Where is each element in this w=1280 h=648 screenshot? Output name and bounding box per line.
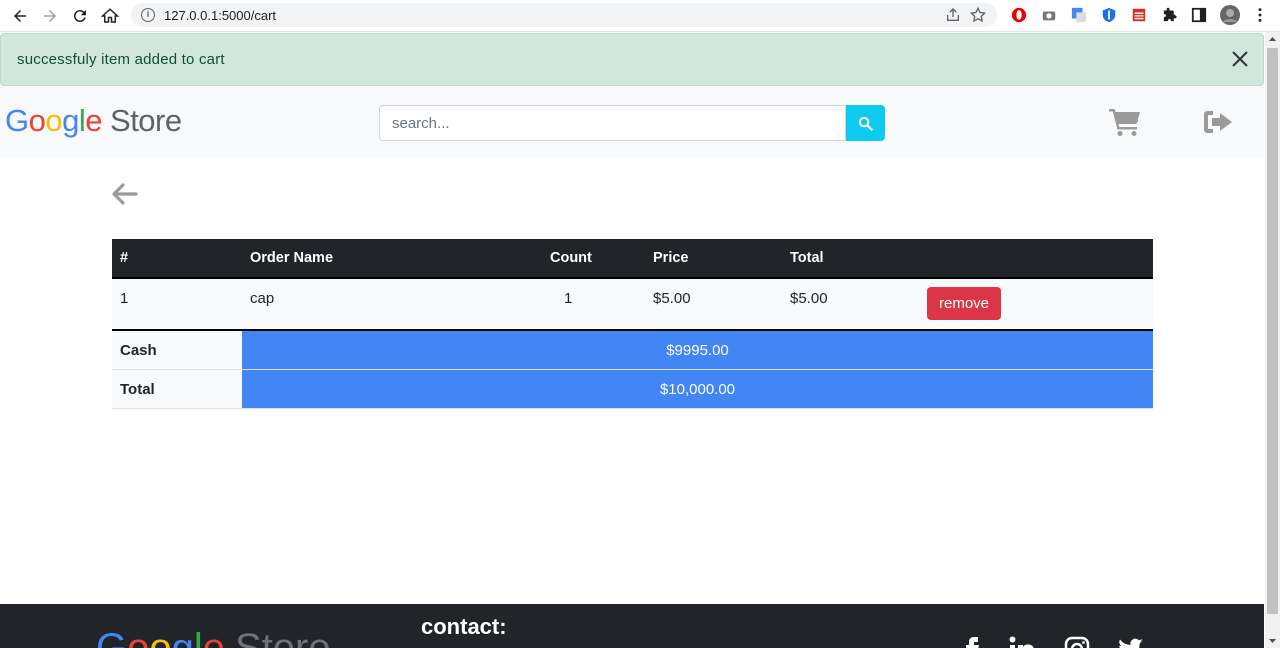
cart-icon[interactable]: [1107, 107, 1141, 137]
column-header: Count: [542, 239, 645, 279]
footer-contact-title: contact:: [421, 614, 507, 639]
alert-message: successfuly item added to cart: [17, 51, 225, 68]
column-header: Total: [782, 239, 919, 279]
cart-table: # Order Name Count Price Total 1 cap 1 $…: [112, 239, 1153, 328]
logo-letter: G: [96, 626, 128, 648]
column-header: [919, 239, 1153, 279]
logo-letter: g: [171, 626, 194, 648]
row-total: $5.00: [782, 278, 919, 328]
cart-table-header: # Order Name Count Price Total: [112, 239, 1153, 279]
logout-icon[interactable]: [1202, 108, 1234, 136]
linkedin-icon[interactable]: [1009, 636, 1035, 648]
logo-letter: o: [127, 626, 150, 648]
back-icon[interactable]: [9, 5, 31, 27]
share-icon[interactable]: [945, 7, 961, 23]
row-price: $5.00: [645, 278, 782, 328]
site-footer: Google Store contact:: [0, 604, 1264, 648]
logo-letter: o: [149, 626, 172, 648]
scroll-thumb[interactable]: [1267, 48, 1278, 614]
row-order-name: cap: [242, 278, 542, 328]
extensions-puzzle-icon[interactable]: [1160, 6, 1178, 24]
close-icon[interactable]: [1231, 50, 1249, 68]
search-button[interactable]: [846, 105, 885, 141]
facebook-icon[interactable]: [960, 636, 986, 648]
row-action-cell: remove: [919, 278, 1153, 328]
column-header: #: [112, 239, 242, 279]
address-bar[interactable]: i 127.0.0.1:5000/cart: [131, 3, 997, 27]
logo-letter: l: [193, 626, 203, 648]
forward-icon[interactable]: [39, 5, 61, 27]
remove-button[interactable]: remove: [927, 287, 1002, 320]
reload-icon[interactable]: [69, 5, 91, 27]
browser-toolbar: i 127.0.0.1:5000/cart: [0, 0, 1280, 32]
logo-letter: e: [85, 103, 103, 138]
cart-summary: Cash $9995.00 Total $10,000.00: [112, 329, 1153, 409]
summary-row-total: Total $10,000.00: [112, 369, 1153, 409]
logo-letter: G: [5, 103, 29, 138]
site-info-icon[interactable]: i: [141, 8, 155, 22]
site-header: Google Store: [0, 86, 1264, 158]
total-value: $10,000.00: [242, 369, 1153, 409]
logo-letter: g: [62, 103, 79, 138]
address-url[interactable]: 127.0.0.1:5000/cart: [164, 8, 276, 23]
notes-extension-icon[interactable]: [1130, 6, 1148, 24]
page-scrollbar[interactable]: [1265, 32, 1280, 648]
site-logo[interactable]: Google Store: [5, 102, 182, 140]
scroll-down-icon[interactable]: [1265, 633, 1280, 648]
browser-menu-icon[interactable]: [1251, 6, 1269, 24]
logo-letter: e: [202, 626, 226, 648]
cash-value: $9995.00: [242, 330, 1153, 370]
row-count: 1: [542, 278, 645, 328]
instagram-icon[interactable]: [1064, 636, 1090, 648]
logo-letter: o: [28, 103, 46, 138]
footer-logo: Google Store: [96, 624, 331, 648]
home-icon[interactable]: [99, 5, 121, 27]
footer-logo-store-text: Store: [235, 626, 331, 648]
summary-row-cash: Cash $9995.00: [112, 330, 1153, 370]
scroll-up-icon[interactable]: [1265, 32, 1280, 47]
column-header: Price: [645, 239, 782, 279]
opera-extension-icon[interactable]: [1010, 6, 1028, 24]
bookmark-star-icon[interactable]: [969, 6, 987, 24]
success-alert: successfuly item added to cart: [0, 33, 1264, 86]
back-arrow-icon[interactable]: [110, 181, 138, 207]
column-header: Order Name: [242, 239, 542, 279]
table-row: 1 cap 1 $5.00 $5.00 remove: [112, 278, 1153, 328]
camera-extension-icon[interactable]: [1040, 6, 1058, 24]
logo-letter: o: [45, 103, 63, 138]
sidepanel-icon[interactable]: [1190, 6, 1208, 24]
total-label: Total: [112, 369, 242, 409]
profile-avatar[interactable]: [1219, 4, 1241, 26]
logo-store-text: Store: [110, 103, 182, 138]
cash-label: Cash: [112, 330, 242, 370]
translate-extension-icon[interactable]: [1070, 6, 1088, 24]
twitter-icon[interactable]: [1118, 636, 1144, 648]
row-index: 1: [112, 278, 242, 328]
vpn-shield-extension-icon[interactable]: [1100, 6, 1118, 24]
search-icon: [858, 116, 873, 131]
search-input[interactable]: [379, 105, 846, 141]
